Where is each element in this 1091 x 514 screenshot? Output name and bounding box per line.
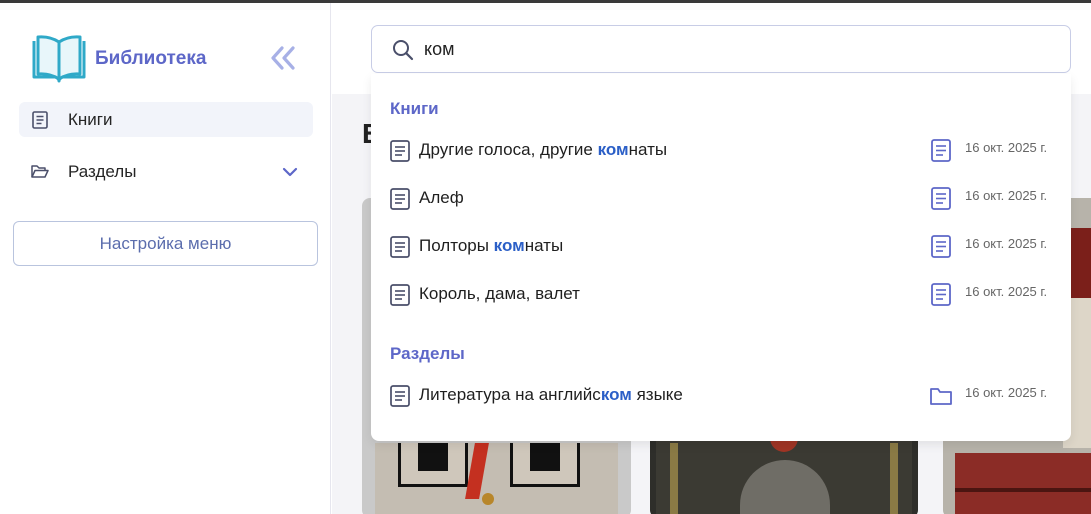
sidebar-item-label: Книги [68, 109, 113, 129]
book-icon [32, 111, 48, 129]
match-highlight: ком [600, 385, 632, 404]
search-icon [393, 40, 414, 61]
results-group-sections-heading: Разделы [390, 344, 465, 363]
chevron-down-icon[interactable] [281, 165, 299, 179]
book-icon [390, 385, 410, 407]
match-highlight: ком [597, 140, 629, 159]
search-result-item[interactable]: Алеф 16 окт. 2025 г. [371, 180, 1071, 216]
folder-icon [930, 388, 952, 405]
result-title: Другие голоса, другие комнаты [419, 140, 668, 159]
search-result-item[interactable]: Другие голоса, другие комнаты 16 окт. 20… [371, 132, 1071, 168]
search-results-dropdown: Книги Другие голоса, другие комнаты 16 о… [371, 74, 1071, 441]
match-highlight: ком [493, 236, 525, 255]
search-result-item[interactable]: Полторы комнаты 16 окт. 2025 г. [371, 228, 1071, 264]
book-icon [390, 284, 410, 306]
book-icon [390, 188, 410, 210]
search-result-item[interactable]: Литература на английском языке 16 окт. 2… [371, 377, 1071, 413]
library-logo-icon [32, 35, 86, 83]
sidebar-item-books[interactable]: Книги [19, 102, 313, 137]
book-type-icon [931, 139, 951, 162]
result-title: Алеф [419, 188, 464, 207]
result-date: 16 окт. 2025 г. [965, 385, 1048, 400]
app-brand-title: Библиотека [95, 48, 207, 69]
results-group-books-heading: Книги [390, 99, 439, 118]
result-date: 16 окт. 2025 г. [965, 284, 1048, 299]
sidebar-item-label: Разделы [68, 161, 137, 181]
result-title: Король, дама, валет [419, 284, 580, 303]
book-type-icon [931, 187, 951, 210]
search-box[interactable] [371, 25, 1071, 73]
sidebar-item-sections[interactable]: Разделы [19, 154, 313, 189]
sidebar: Библиотека Книги Разделы Настройка меню [0, 3, 331, 514]
result-date: 16 окт. 2025 г. [965, 140, 1048, 155]
result-date: 16 окт. 2025 г. [965, 236, 1048, 251]
book-icon [390, 236, 410, 258]
menu-settings-button[interactable]: Настройка меню [13, 221, 318, 266]
book-icon [390, 140, 410, 162]
book-type-icon [931, 283, 951, 306]
collapse-sidebar-icon[interactable] [268, 44, 298, 72]
result-date: 16 окт. 2025 г. [965, 188, 1048, 203]
search-input[interactable] [424, 36, 1044, 62]
search-result-item[interactable]: Король, дама, валет 16 окт. 2025 г. [371, 276, 1071, 312]
folder-open-icon [31, 165, 49, 178]
result-title: Литература на английском языке [419, 385, 683, 404]
result-title: Полторы комнаты [419, 236, 564, 255]
book-type-icon [931, 235, 951, 258]
